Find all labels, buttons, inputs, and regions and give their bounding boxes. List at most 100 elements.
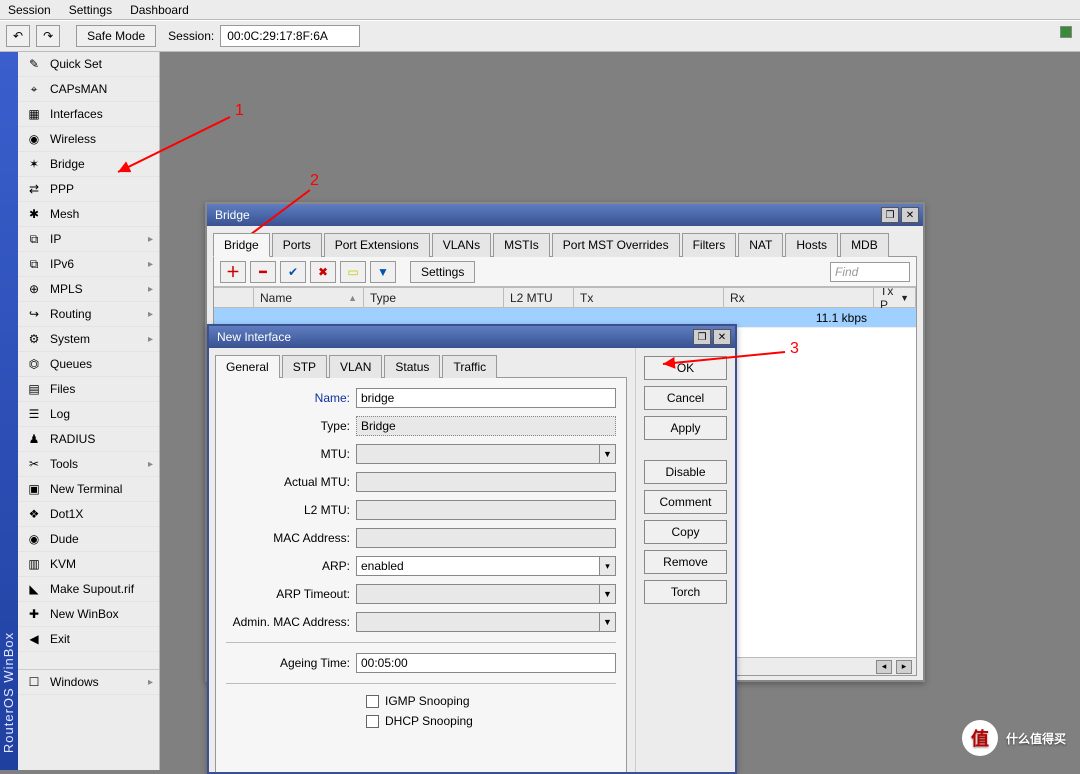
comment-button[interactable]: ▭ — [340, 261, 366, 283]
apply-button[interactable]: Apply — [644, 416, 727, 440]
arp-timeout-dropdown-icon[interactable]: ▼ — [600, 584, 616, 604]
sidebar-item-kvm[interactable]: ▥KVM — [18, 552, 159, 577]
session-value[interactable]: 00:0C:29:17:8F:6A — [220, 25, 360, 47]
sidebar-item-files[interactable]: ▤Files — [18, 377, 159, 402]
sidebar-icon: ⚙ — [26, 331, 42, 347]
tab-mstis[interactable]: MSTIs — [493, 233, 550, 257]
sidebar-item-bridge[interactable]: ✶Bridge — [18, 152, 159, 177]
close-icon[interactable]: ✕ — [713, 329, 731, 345]
igmp-checkbox[interactable] — [366, 695, 379, 708]
sidebar-item-label: KVM — [50, 557, 153, 571]
enable-button[interactable]: ✔ — [280, 261, 306, 283]
copy-button[interactable]: Copy — [644, 520, 727, 544]
tab-mdb[interactable]: MDB — [840, 233, 889, 257]
tab-vlans[interactable]: VLANs — [432, 233, 491, 257]
remove-button[interactable]: ━ — [250, 261, 276, 283]
arp-dropdown-icon[interactable]: ▾ — [600, 556, 616, 576]
sidebar-item-dude[interactable]: ◉Dude — [18, 527, 159, 552]
admin-mac-input[interactable] — [356, 612, 600, 632]
tab-filters[interactable]: Filters — [682, 233, 737, 257]
sidebar-item-mpls[interactable]: ⊕MPLS▸ — [18, 277, 159, 302]
name-label: Name: — [226, 391, 356, 405]
col-name[interactable]: Name — [260, 291, 292, 305]
sidebar-icon: ✎ — [26, 56, 42, 72]
cancel-button[interactable]: Cancel — [644, 386, 727, 410]
sidebar-item-make-supout-rif[interactable]: ◣Make Supout.rif — [18, 577, 159, 602]
sidebar-item-capsman[interactable]: ⌖CAPsMAN — [18, 77, 159, 102]
sidebar-item-radius[interactable]: ♟RADIUS — [18, 427, 159, 452]
chevron-right-icon: ▸ — [148, 334, 153, 345]
sidebar-item-interfaces[interactable]: ▦Interfaces — [18, 102, 159, 127]
sidebar-item-new-terminal[interactable]: ▣New Terminal — [18, 477, 159, 502]
add-button[interactable]: ＋ — [220, 261, 246, 283]
sidebar-item-ip[interactable]: ⧉IP▸ — [18, 227, 159, 252]
ageing-input[interactable]: 00:05:00 — [356, 653, 616, 673]
find-input[interactable]: Find — [830, 262, 910, 282]
tab-port-mst-overrides[interactable]: Port MST Overrides — [552, 233, 680, 257]
name-input[interactable]: bridge — [356, 388, 616, 408]
tab-stp[interactable]: STP — [282, 355, 327, 378]
filter-button[interactable]: ▼ — [370, 261, 396, 283]
tab-status[interactable]: Status — [384, 355, 440, 378]
settings-button[interactable]: Settings — [410, 261, 475, 283]
tab-port-extensions[interactable]: Port Extensions — [324, 233, 430, 257]
tab-traffic[interactable]: Traffic — [442, 355, 497, 378]
mtu-dropdown-icon[interactable]: ▼ — [600, 444, 616, 464]
disable-button[interactable]: Disable — [644, 460, 727, 484]
tab-bridge[interactable]: Bridge — [213, 233, 270, 257]
scroll-right-icon[interactable]: ▸ — [896, 660, 912, 674]
sidebar-icon: ☐ — [26, 674, 42, 690]
menu-settings[interactable]: Settings — [69, 3, 112, 17]
status-indicator — [1060, 26, 1072, 38]
dhcp-checkbox[interactable] — [366, 715, 379, 728]
sidebar-item-system[interactable]: ⚙System▸ — [18, 327, 159, 352]
sidebar-item-wireless[interactable]: ◉Wireless — [18, 127, 159, 152]
sidebar-item-ipv6[interactable]: ⧉IPv6▸ — [18, 252, 159, 277]
sidebar-item-label: New WinBox — [50, 607, 153, 621]
sidebar-item-ppp[interactable]: ⇄PPP — [18, 177, 159, 202]
col-l2mtu[interactable]: L2 MTU — [504, 288, 574, 307]
cell-rx: 11.1 kbps — [724, 308, 874, 327]
undo-button[interactable]: ↶ — [6, 25, 30, 47]
ok-button[interactable]: OK — [644, 356, 727, 380]
sidebar-item-routing[interactable]: ↪Routing▸ — [18, 302, 159, 327]
disable-button[interactable]: ✖ — [310, 261, 336, 283]
menu-dashboard[interactable]: Dashboard — [130, 3, 189, 17]
sidebar-item-new-winbox[interactable]: ✚New WinBox — [18, 602, 159, 627]
sidebar-item-label: PPP — [50, 182, 153, 196]
admin-mac-dropdown-icon[interactable]: ▼ — [600, 612, 616, 632]
restore-icon[interactable]: ❐ — [881, 207, 899, 223]
col-rx[interactable]: Rx — [724, 288, 874, 307]
session-label: Session: — [168, 29, 214, 43]
sidebar-item-quick-set[interactable]: ✎Quick Set — [18, 52, 159, 77]
newif-titlebar[interactable]: New Interface ❐ ✕ — [209, 326, 735, 348]
restore-icon[interactable]: ❐ — [693, 329, 711, 345]
arp-timeout-input[interactable] — [356, 584, 600, 604]
bridge-titlebar[interactable]: Bridge ❐ ✕ — [207, 204, 923, 226]
sidebar-item-exit[interactable]: ◀Exit — [18, 627, 159, 652]
sidebar-item-windows[interactable]: ☐Windows▸ — [18, 670, 159, 695]
tab-ports[interactable]: Ports — [272, 233, 322, 257]
remove-button[interactable]: Remove — [644, 550, 727, 574]
mtu-input[interactable] — [356, 444, 600, 464]
col-type[interactable]: Type — [364, 288, 504, 307]
col-tx[interactable]: Tx — [574, 288, 724, 307]
sidebar-item-log[interactable]: ☰Log — [18, 402, 159, 427]
redo-button[interactable]: ↷ — [36, 25, 60, 47]
comment-button[interactable]: Comment — [644, 490, 727, 514]
arp-select[interactable]: enabled — [356, 556, 600, 576]
tab-general[interactable]: General — [215, 355, 280, 378]
sidebar-item-tools[interactable]: ✂Tools▸ — [18, 452, 159, 477]
sidebar-item-queues[interactable]: ⏣Queues — [18, 352, 159, 377]
sidebar-item-dot1x[interactable]: ❖Dot1X — [18, 502, 159, 527]
safe-mode-button[interactable]: Safe Mode — [76, 25, 156, 47]
sidebar-item-label: Interfaces — [50, 107, 153, 121]
tab-vlan[interactable]: VLAN — [329, 355, 382, 378]
sidebar-item-mesh[interactable]: ✱Mesh — [18, 202, 159, 227]
tab-nat[interactable]: NAT — [738, 233, 783, 257]
scroll-left-icon[interactable]: ◂ — [876, 660, 892, 674]
close-icon[interactable]: ✕ — [901, 207, 919, 223]
tab-hosts[interactable]: Hosts — [785, 233, 838, 257]
torch-button[interactable]: Torch — [644, 580, 727, 604]
menu-session[interactable]: Session — [8, 3, 51, 17]
